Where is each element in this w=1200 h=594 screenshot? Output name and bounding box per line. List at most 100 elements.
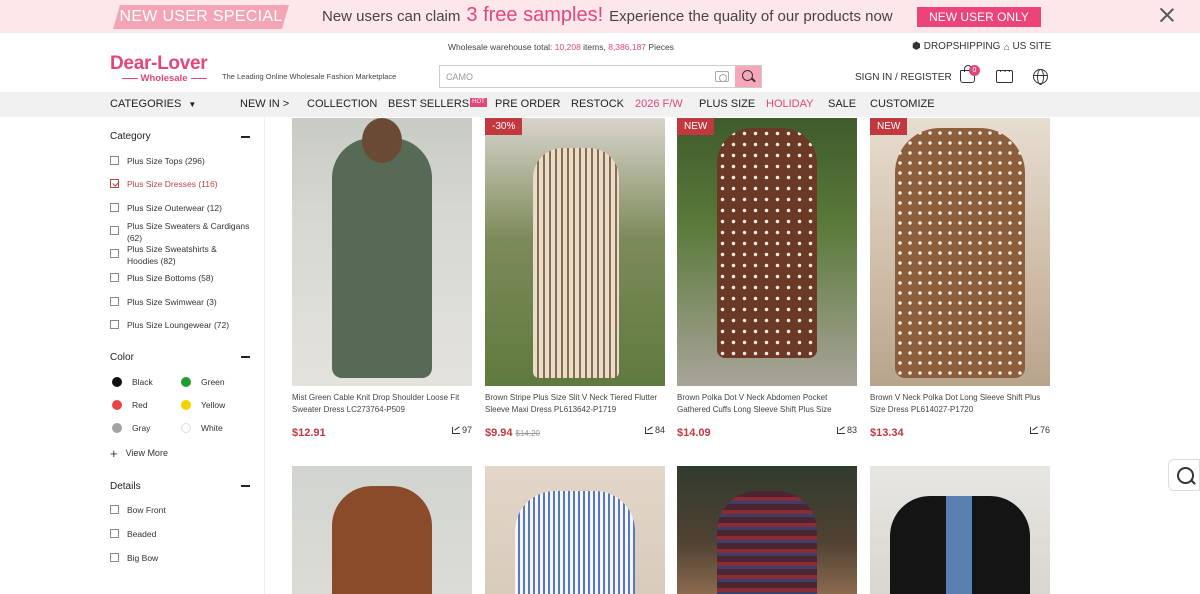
nav-best-sellers-label: BEST SELLERS: [388, 98, 470, 110]
checkbox[interactable]: [110, 249, 119, 258]
color-option[interactable]: Black: [112, 377, 153, 387]
sold-count: 97: [451, 425, 472, 435]
filter-label: Beaded: [127, 529, 157, 539]
promo-message: New users can claim 3 free samples! Expe…: [322, 4, 893, 30]
product-card[interactable]: Mist Green Cable Knit Drop Shoulder Loos…: [292, 118, 472, 439]
product-card[interactable]: [485, 466, 665, 594]
product-card[interactable]: NEW Brown V Neck Polka Dot Long Sleeve S…: [870, 118, 1050, 439]
nav-best-sellers[interactable]: BEST SELLERS HOT: [388, 98, 487, 110]
nav-collection[interactable]: COLLECTION: [307, 98, 377, 110]
nav-plus-size[interactable]: PLUS SIZE: [699, 98, 755, 110]
nav-new-in[interactable]: NEW IN >: [240, 98, 289, 110]
product-meta: $9.94 $14.20 84: [485, 423, 665, 439]
promo-text-before: New users can claim: [322, 8, 461, 25]
checkbox[interactable]: [110, 505, 119, 514]
filter-option[interactable]: Plus Size Sweatshirts & Hoodies (82): [110, 243, 250, 267]
checkbox[interactable]: [110, 156, 119, 165]
close-icon[interactable]: [1158, 6, 1176, 24]
view-more-colors[interactable]: + View More: [110, 447, 168, 460]
checkbox[interactable]: [110, 203, 119, 212]
search-button[interactable]: [735, 66, 761, 87]
product-card[interactable]: [677, 466, 857, 594]
filter-option[interactable]: Plus Size Outerwear (12): [110, 202, 250, 214]
globe-icon[interactable]: [1033, 69, 1048, 85]
promo-banner[interactable]: NEW USER SPECIAL New users can claim 3 f…: [0, 0, 1200, 33]
product-name[interactable]: Brown Polka Dot V Neck Abdomen Pocket Ga…: [677, 392, 857, 416]
filter-option[interactable]: Plus Size Loungewear (72): [110, 319, 250, 331]
filter-option[interactable]: Plus Size Dresses (116): [110, 178, 250, 190]
product-name[interactable]: Brown V Neck Polka Dot Long Sleeve Shift…: [870, 392, 1050, 416]
filter-option[interactable]: Plus Size Sweaters & Cardigans (62): [110, 220, 250, 244]
logo[interactable]: Dear-Lover Wholesale: [110, 54, 218, 84]
chat-icon[interactable]: [996, 66, 1013, 83]
nav-pre-order[interactable]: PRE ORDER: [495, 98, 560, 110]
denim-placket: [946, 496, 972, 594]
product-image[interactable]: [485, 466, 665, 594]
dropshipping-label: DROPSHIPPING: [923, 41, 1001, 52]
checkbox[interactable]: [110, 297, 119, 306]
product-card[interactable]: NEW Brown Polka Dot V Neck Abdomen Pocke…: [677, 118, 857, 439]
nav-restock[interactable]: RESTOCK: [571, 98, 624, 110]
product-name[interactable]: Mist Green Cable Knit Drop Shoulder Loos…: [292, 392, 472, 416]
collapse-icon[interactable]: [241, 136, 250, 138]
filter-label: Plus Size Sweaters & Cardigans (62): [127, 221, 250, 243]
color-label: White: [201, 423, 223, 433]
color-option[interactable]: Green: [181, 377, 225, 387]
search-widget-icon[interactable]: [1168, 459, 1200, 491]
checkbox[interactable]: [110, 179, 119, 188]
model-hair: [362, 118, 402, 163]
sold-count: 76: [1029, 425, 1050, 435]
color-option[interactable]: White: [181, 423, 223, 433]
product-card[interactable]: [870, 466, 1050, 594]
warehouse-total: Wholesale warehouse total: 10,208 items,…: [448, 42, 674, 52]
home-icon: ⌂: [1004, 41, 1010, 52]
product-price: $12.91: [292, 427, 326, 439]
checkbox[interactable]: [110, 553, 119, 562]
product-image[interactable]: NEW: [677, 118, 857, 386]
filter-option[interactable]: Beaded: [110, 528, 250, 540]
filter-label: Bow Front: [127, 505, 166, 515]
filter-option[interactable]: Bow Front: [110, 504, 250, 516]
product-image[interactable]: [292, 466, 472, 594]
nav-sale[interactable]: SALE: [828, 98, 856, 110]
filter-option[interactable]: Plus Size Tops (296): [110, 155, 250, 167]
new-user-only-button[interactable]: NEW USER ONLY: [917, 7, 1041, 27]
filter-option[interactable]: Plus Size Swimwear (3): [110, 296, 250, 308]
sign-in-register-link[interactable]: SIGN IN / REGISTER: [855, 72, 952, 83]
collapse-icon[interactable]: [241, 485, 250, 487]
view-more-label: View More: [125, 448, 168, 458]
product-image[interactable]: [677, 466, 857, 594]
camera-icon[interactable]: [715, 71, 729, 82]
product-image[interactable]: -30%: [485, 118, 665, 386]
product-image[interactable]: NEW: [870, 118, 1050, 386]
details-filter-title: Details: [110, 481, 141, 492]
color-swatch: [112, 423, 122, 433]
product-card[interactable]: [292, 466, 472, 594]
nav-2026-fw[interactable]: 2026 F/W: [635, 98, 683, 110]
categories-label: CATEGORIES: [110, 98, 182, 110]
collapse-icon[interactable]: [241, 356, 250, 358]
checkbox[interactable]: [110, 320, 119, 329]
product-name[interactable]: Brown Stripe Plus Size Slit V Neck Tiere…: [485, 392, 665, 416]
product-meta: $12.91 97: [292, 423, 472, 439]
color-option[interactable]: Red: [112, 400, 148, 410]
product-image[interactable]: [870, 466, 1050, 594]
checkbox[interactable]: [110, 529, 119, 538]
checkbox[interactable]: [110, 273, 119, 282]
checkbox[interactable]: [110, 226, 119, 235]
categories-menu[interactable]: CATEGORIES ▼: [110, 98, 196, 110]
filter-option[interactable]: Big Bow: [110, 552, 250, 564]
color-option[interactable]: Gray: [112, 423, 150, 433]
filter-label: Plus Size Outerwear (12): [127, 203, 222, 213]
product-card[interactable]: -30% Brown Stripe Plus Size Slit V Neck …: [485, 118, 665, 439]
product-image[interactable]: [292, 118, 472, 386]
nav-customize[interactable]: CUSTOMIZE: [870, 98, 935, 110]
nav-holiday[interactable]: HOLIDAY: [766, 98, 813, 110]
search-input[interactable]: [440, 66, 720, 87]
filter-option[interactable]: Plus Size Bottoms (58): [110, 272, 250, 284]
trend-icon: [1029, 426, 1038, 434]
color-option[interactable]: Yellow: [181, 400, 225, 410]
dropshipping-link[interactable]: ⬢ DROPSHIPPING: [912, 41, 1000, 52]
tagline: The Leading Online Wholesale Fashion Mar…: [222, 72, 397, 81]
us-site-link[interactable]: ⌂ US SITE: [1004, 41, 1051, 52]
